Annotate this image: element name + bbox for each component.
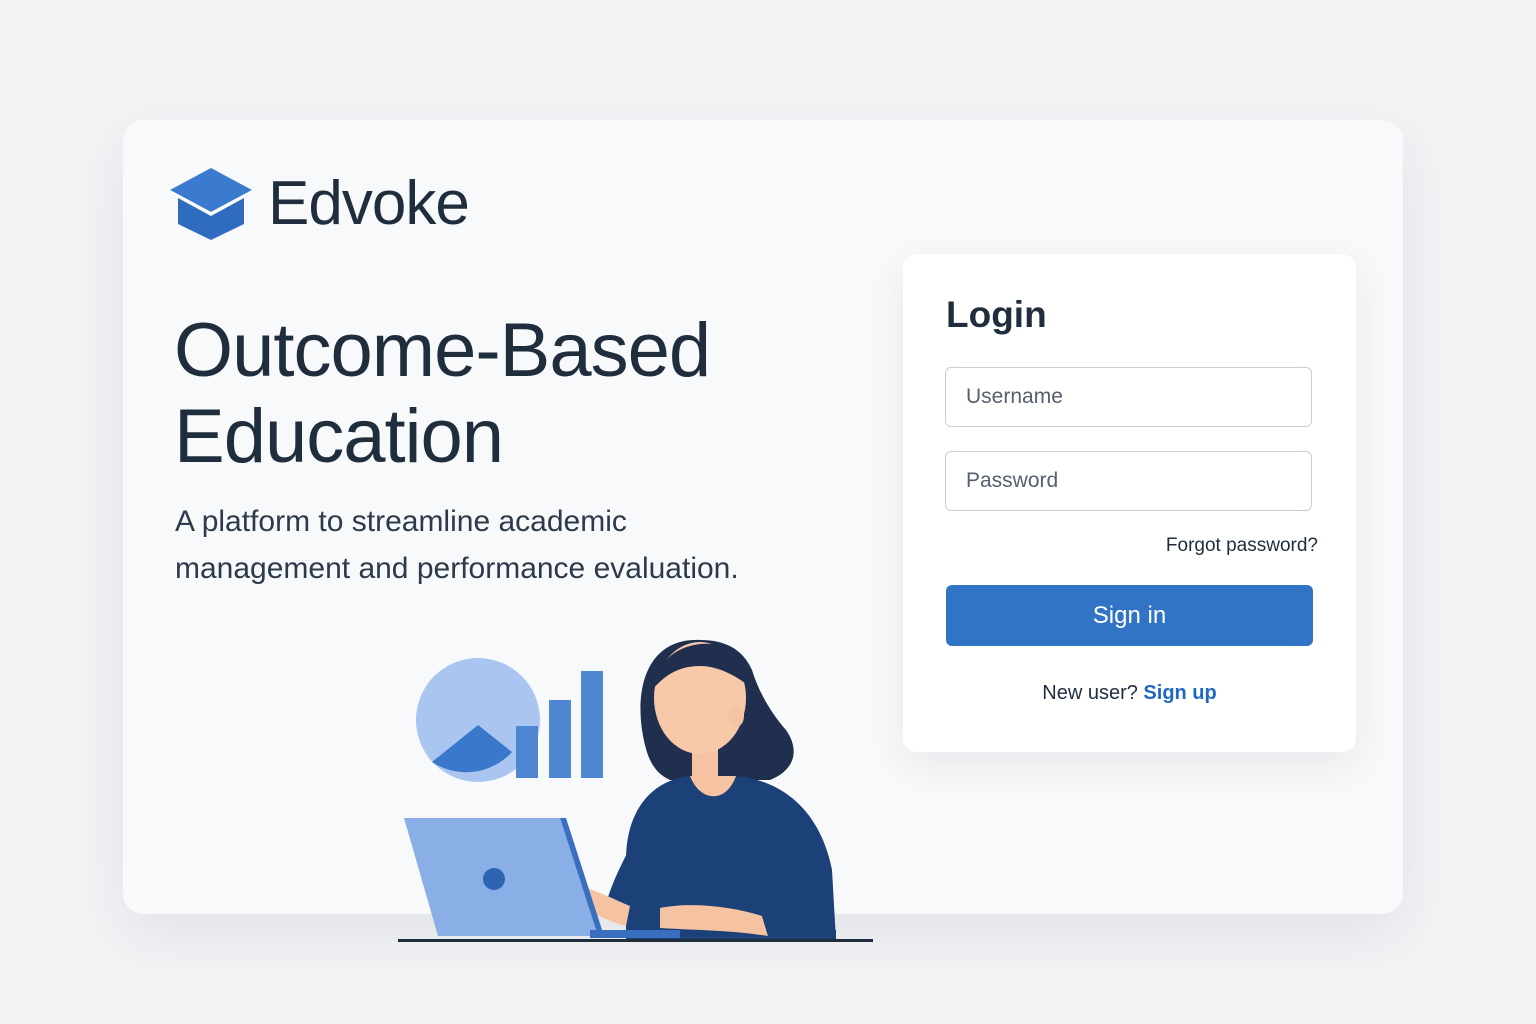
person-graphic [582, 639, 836, 942]
hero-subtitle-line-2: management and performance evaluation. [175, 552, 739, 585]
hero-title-line-2: Education [174, 394, 504, 479]
new-user-text: New user? [1042, 682, 1138, 704]
hero-subtitle: A platform to streamline academic manage… [175, 498, 815, 592]
student-laptop-illustration [398, 639, 873, 942]
graduation-cap-icon [170, 168, 252, 240]
sign-in-button[interactable]: Sign in [946, 585, 1313, 646]
desk-line [398, 939, 873, 942]
password-input[interactable] [945, 451, 1312, 511]
hero-subtitle-line-1: A platform to streamline academic [175, 505, 627, 538]
forgot-password-link[interactable]: Forgot password? [1166, 535, 1318, 557]
brand-logo[interactable]: Edvoke [168, 166, 470, 242]
hero-title: Outcome-Based Education [174, 308, 854, 480]
sign-up-link[interactable]: Sign up [1143, 682, 1216, 704]
username-input[interactable] [945, 367, 1312, 427]
hero-title-line-1: Outcome-Based [174, 308, 711, 393]
login-panel: Login Forgot password? Sign in New user?… [903, 254, 1356, 752]
new-user-prompt: New user? Sign up [903, 682, 1356, 705]
page: Edvoke Outcome-Based Education A platfor… [0, 0, 1536, 1024]
login-title: Login [946, 294, 1047, 335]
brand-name: Edvoke [268, 169, 470, 238]
